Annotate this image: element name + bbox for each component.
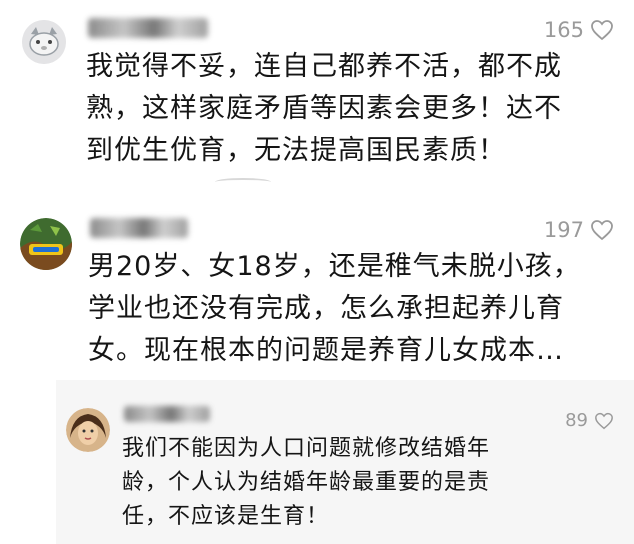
- comment-text-line: 学业也还没有完成，怎么承担起养儿育: [88, 293, 564, 324]
- username-redacted: [124, 406, 210, 422]
- like-count: 89: [565, 410, 588, 431]
- user-avatar[interactable]: [20, 218, 72, 270]
- reply-text: 我们不能因为人口问题就修改结婚年 龄，个人认为结婚年龄最重要的是责 任，不应该是…: [122, 432, 490, 534]
- like-count: 197: [543, 218, 584, 242]
- comment-text-line: 我觉得不妥，连自己都养不活，都不成: [86, 51, 562, 82]
- portrait-avatar-icon: [66, 408, 110, 452]
- heart-outline-icon[interactable]: [590, 19, 614, 41]
- comment-text-line: 熟，这样家庭矛盾等因素会更多！达不: [86, 93, 562, 124]
- comment-text-line: 男20岁、女18岁，还是稚气未脱小孩，: [88, 251, 581, 282]
- like-count: 165: [543, 18, 584, 42]
- username-redacted: [90, 218, 188, 238]
- comment-text-line: 女。现在根本的问题是养育儿女成本…: [88, 335, 564, 366]
- comment-text-line: 到优生优育，无法提高国民素质！: [86, 135, 506, 166]
- comment-text: 男20岁、女18岁，还是稚气未脱小孩， 学业也还没有完成，怎么承担起养儿育 女。…: [88, 246, 581, 372]
- comment-item: 197 男20岁、女18岁，还是稚气未脱小孩， 学业也还没有完成，怎么承担起养儿…: [0, 200, 634, 380]
- reply-text-line: 任，不应该是生育！: [122, 504, 330, 529]
- heart-outline-icon[interactable]: [590, 219, 614, 241]
- comment-text: 我觉得不妥，连自己都养不活，都不成 熟，这样家庭矛盾等因素会更多！达不 到优生优…: [86, 46, 562, 172]
- username-redacted: [88, 18, 208, 38]
- reply-text-line: 我们不能因为人口问题就修改结婚年: [122, 436, 491, 461]
- collapse-handle[interactable]: [215, 178, 271, 186]
- user-avatar[interactable]: [22, 20, 66, 64]
- cat-avatar-icon: [22, 20, 66, 64]
- like-counter[interactable]: 89: [565, 410, 614, 431]
- reply-panel: 89 我们不能因为人口问题就修改结婚年 龄，个人认为结婚年龄最重要的是责 任，不…: [56, 380, 634, 544]
- reply-text-line: 龄，个人认为结婚年龄最重要的是责: [122, 470, 491, 495]
- user-avatar[interactable]: [66, 408, 110, 452]
- game-logo-avatar-icon: [20, 218, 72, 270]
- heart-outline-icon[interactable]: [594, 412, 614, 430]
- comment-item: 165 我觉得不妥，连自己都养不活，都不成 熟，这样家庭矛盾等因素会更多！达不 …: [0, 0, 634, 180]
- like-counter[interactable]: 165: [544, 18, 614, 42]
- like-counter[interactable]: 197: [544, 218, 614, 242]
